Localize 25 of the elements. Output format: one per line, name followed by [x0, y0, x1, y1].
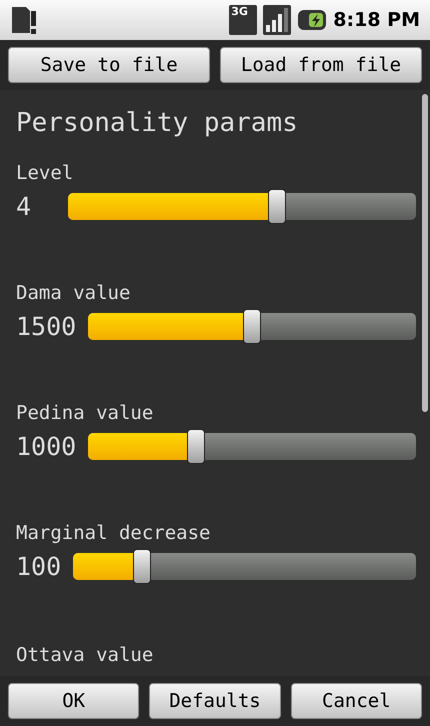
section-title: Personality params: [16, 107, 299, 140]
battery-charging-icon: [297, 9, 328, 31]
dialog-button[interactable]: OK: [8, 683, 140, 719]
param-label: Pedina value: [16, 401, 154, 425]
network-indicator: 3G: [229, 5, 258, 35]
scrollbar[interactable]: [422, 94, 428, 412]
value-text: 1500: [16, 311, 76, 343]
slider-thumb[interactable]: [132, 549, 151, 584]
slider-thumb[interactable]: [187, 429, 206, 464]
value-text: 100: [16, 551, 62, 583]
value-text: 1000: [16, 431, 76, 463]
param-label: Dama value: [16, 281, 132, 305]
param-label: Level: [16, 161, 74, 185]
dialog-button[interactable]: Cancel: [290, 683, 422, 719]
value-text: 4: [16, 191, 32, 223]
clock-text: 8:18 PM: [333, 8, 420, 33]
signal-icon: [263, 5, 292, 35]
sd-card-warning-icon: [10, 5, 38, 35]
dialog-button[interactable]: Defaults: [149, 683, 281, 719]
param-label: Ottava value: [16, 643, 154, 667]
dialog-button[interactable]: Save to file: [8, 47, 210, 83]
slider-thumb[interactable]: [243, 309, 262, 344]
param-label: Marginal decrease: [16, 521, 212, 545]
slider-thumb[interactable]: [268, 189, 286, 224]
dialog-button[interactable]: Load from file: [220, 47, 422, 83]
